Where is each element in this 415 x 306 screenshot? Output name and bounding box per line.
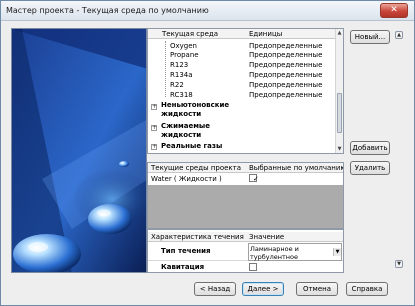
side-collapse-up-icon[interactable]: ▲ [395, 31, 403, 39]
water-drops-image [11, 28, 147, 273]
default-checkbox[interactable]: ✓ [249, 174, 259, 183]
fluid-name: R123 [170, 60, 189, 69]
column-header-value: Значение [249, 233, 285, 241]
group-compressible[interactable]: Сжимаемые жидкости [161, 122, 247, 140]
scroll-down-arrow-icon[interactable]: ▼ [336, 145, 343, 153]
remove-button[interactable]: Удалить [350, 161, 390, 175]
scroll-up-arrow-icon[interactable]: ▲ [336, 29, 343, 37]
close-icon: ✕ [390, 5, 398, 15]
flow-properties-header: Характеристика течения Значение [148, 232, 343, 242]
expand-plus-icon[interactable]: + [151, 104, 157, 110]
close-button[interactable]: ✕ [380, 3, 408, 18]
title-bar[interactable]: Мастер проекта - Текущая среда по умолча… [1, 1, 414, 21]
tree-connector [165, 41, 166, 97]
fluid-name: RC318 [170, 90, 193, 99]
fluid-units: Предопределенные [249, 80, 323, 89]
column-header-project-fluid: Текущие среды проекта [151, 164, 242, 172]
project-fluids-table[interactable]: Текущие среды проекта Выбранные по умолч… [147, 162, 344, 229]
new-fluid-button[interactable]: Новый... [350, 30, 390, 44]
expand-plus-icon[interactable]: + [151, 125, 157, 131]
table-row[interactable]: Water ( Жидкости ) ✓ [148, 174, 343, 183]
fluid-name: R22 [170, 80, 184, 89]
group-real-gases[interactable]: Реальные газы [161, 142, 247, 151]
flow-type-label: Тип течения [161, 247, 211, 255]
scrollbar-thumb[interactable] [337, 93, 342, 133]
dropdown-arrow-icon[interactable]: ▼ [333, 248, 341, 256]
project-fluids-header: Текущие среды проекта Выбранные по умолч… [148, 163, 343, 173]
vertical-scrollbar[interactable]: ▲ ▼ [335, 29, 343, 153]
fluids-table-header: Текущая среда Единицы [148, 29, 343, 39]
flow-type-select[interactable]: Ламинарное и турбулентное ▼ [248, 243, 342, 261]
flow-properties-table[interactable]: Характеристика течения Значение Тип тече… [147, 229, 344, 273]
fluid-units: Предопределенные [249, 90, 323, 99]
column-header-default: Выбранные по умолчанию [249, 164, 344, 172]
group-non-newtonian[interactable]: Неньютоновские жидкости [161, 101, 247, 119]
next-button[interactable]: Далее > [242, 282, 284, 296]
list-item[interactable]: Oxygen Предопределенные [148, 41, 343, 50]
list-item[interactable]: Propane Предопределенные [148, 50, 343, 59]
fluid-name: Propane [170, 50, 199, 59]
fluid-name: R134a [170, 70, 193, 79]
list-item[interactable]: R22 Предопределенные [148, 80, 343, 89]
fluid-units: Предопределенные [249, 50, 323, 59]
help-button[interactable]: Справка [346, 282, 388, 296]
column-header-fluid: Текущая среда [162, 30, 218, 38]
cavitation-label: Кавитация [161, 263, 205, 271]
table-row[interactable]: Кавитация [148, 262, 343, 272]
fluid-units: Предопределенные [249, 70, 323, 79]
fluid-name: Oxygen [170, 41, 197, 50]
wizard-window: Мастер проекта - Текущая среда по умолча… [0, 0, 415, 306]
fluid-units: Предопределенные [249, 60, 323, 69]
list-item[interactable]: R123 Предопределенные [148, 60, 343, 69]
table-row[interactable]: Тип течения Ламинарное и турбулентное ▼ [148, 243, 343, 261]
add-button[interactable]: Добавить [350, 141, 390, 155]
flow-type-value: Ламинарное и турбулентное [250, 245, 299, 261]
project-fluid-name: Water ( Жидкости ) [151, 174, 222, 183]
cavitation-checkbox[interactable] [249, 263, 257, 271]
checkmark-icon: ✓ [253, 174, 259, 183]
fluids-table[interactable]: Текущая среда Единицы Oxygen Предопредел… [147, 28, 344, 154]
column-header-units: Единицы [249, 30, 283, 38]
empty-area [148, 185, 343, 228]
cancel-button[interactable]: Отмена [296, 282, 338, 296]
side-collapse-down-icon[interactable]: ▼ [395, 260, 403, 268]
expand-plus-icon[interactable]: + [151, 144, 157, 150]
window-title: Мастер проекта - Текущая среда по умолча… [6, 6, 209, 15]
back-button[interactable]: < Назад [194, 282, 236, 296]
list-item[interactable]: R134a Предопределенные [148, 70, 343, 79]
fluid-units: Предопределенные [249, 41, 323, 50]
column-header-flow-property: Характеристика течения [151, 233, 244, 241]
list-item[interactable]: RC318 Предопределенные [148, 90, 343, 99]
